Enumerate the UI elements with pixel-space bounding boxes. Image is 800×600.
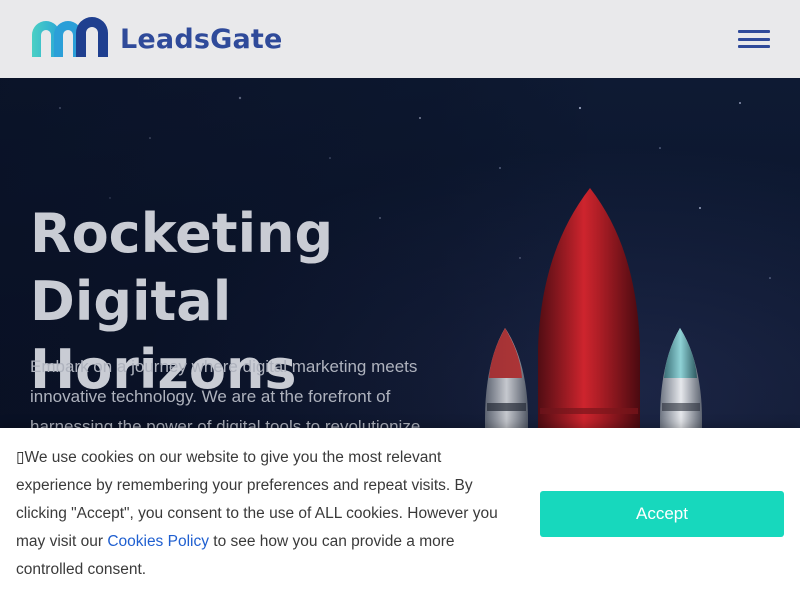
cookies-policy-link[interactable]: Cookies Policy — [107, 533, 209, 550]
cookie-message: ▯We use cookies on our website to give y… — [16, 444, 516, 584]
cookie-glyph-icon: ▯ — [16, 449, 25, 466]
hamburger-menu-icon[interactable] — [738, 27, 770, 51]
cookie-consent-banner: ▯We use cookies on our website to give y… — [0, 428, 800, 600]
logo-link[interactable]: LeadsGate — [30, 17, 283, 61]
hero-title-line-1: Rocketing Digital — [30, 202, 334, 333]
logo-text: LeadsGate — [120, 23, 283, 55]
logo-icon — [32, 17, 108, 57]
site-header: LeadsGate — [0, 0, 800, 78]
accept-cookies-button[interactable]: Accept — [540, 491, 784, 537]
